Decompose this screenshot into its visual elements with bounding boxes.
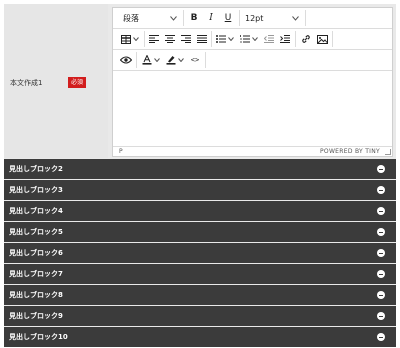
- collapse-icon[interactable]: [377, 312, 385, 320]
- collapse-icon[interactable]: [377, 165, 385, 173]
- text-color-button[interactable]: [140, 50, 162, 70]
- collapse-icon[interactable]: [377, 207, 385, 215]
- chevron-down-icon: [133, 37, 139, 41]
- heading-block-title: 見出しブロック2: [9, 165, 63, 173]
- toolbar-row-3: <>: [113, 50, 392, 71]
- image-button[interactable]: [315, 29, 329, 49]
- font-size-select[interactable]: 12pt: [241, 8, 303, 28]
- align-left-icon: [149, 35, 159, 43]
- editor-status-bar: P POWERED BY TINY: [113, 146, 392, 156]
- form-panel: 本文作成1 必須 段落 B I U 12pt <> P POWERED BY T…: [4, 4, 396, 348]
- align-right-icon: [181, 35, 191, 43]
- field-label: 本文作成1: [10, 79, 43, 87]
- bold-button[interactable]: B: [187, 8, 201, 28]
- toolbar-divider: [295, 31, 296, 47]
- resize-handle[interactable]: [385, 149, 391, 155]
- bullet-list-button[interactable]: [214, 29, 236, 49]
- align-justify-icon: [197, 35, 207, 43]
- chevron-down-icon: [178, 58, 184, 62]
- toolbar-row-2: [113, 29, 392, 50]
- link-icon: [302, 35, 310, 43]
- heading-block-title: 見出しブロック5: [9, 228, 63, 236]
- toolbar-divider: [211, 31, 212, 47]
- collapse-icon[interactable]: [377, 186, 385, 194]
- toolbar-divider: [136, 52, 137, 68]
- field-label-column: 本文作成1 必須: [4, 4, 108, 158]
- align-center-icon: [165, 35, 175, 43]
- font-size-label: 12pt: [245, 13, 264, 23]
- chevron-down-icon: [252, 37, 258, 41]
- align-left-button[interactable]: [147, 29, 161, 49]
- toolbar-row-1: 段落 B I U 12pt: [113, 8, 392, 29]
- collapse-icon[interactable]: [377, 270, 385, 278]
- heading-block-title: 見出しブロック7: [9, 270, 63, 278]
- align-center-button[interactable]: [163, 29, 177, 49]
- chevron-down-icon: [154, 58, 160, 62]
- chevron-down-icon: [170, 15, 177, 21]
- heading-block-title: 見出しブロック8: [9, 291, 63, 299]
- indent-icon: [280, 35, 290, 43]
- toolbar-divider: [183, 10, 184, 26]
- preview-button[interactable]: [119, 50, 133, 70]
- source-code-button[interactable]: <>: [188, 50, 202, 70]
- toolbar-divider: [144, 31, 145, 47]
- heading-block[interactable]: 見出しブロック10: [4, 327, 396, 347]
- table-button[interactable]: [119, 29, 141, 49]
- align-right-button[interactable]: [179, 29, 193, 49]
- heading-block[interactable]: 見出しブロック3: [4, 180, 396, 200]
- align-justify-button[interactable]: [195, 29, 209, 49]
- heading-block[interactable]: 見出しブロック5: [4, 222, 396, 242]
- bullet-list-icon: [216, 35, 226, 43]
- chevron-down-icon: [228, 37, 234, 41]
- image-icon: [316, 34, 328, 44]
- editor-content-area[interactable]: [113, 71, 392, 147]
- toolbar-divider: [205, 52, 206, 68]
- indent-button[interactable]: [278, 29, 292, 49]
- block-format-select[interactable]: 段落: [119, 8, 181, 28]
- heading-block-title: 見出しブロック4: [9, 207, 63, 215]
- heading-block[interactable]: 見出しブロック7: [4, 264, 396, 284]
- required-badge: 必須: [68, 77, 87, 88]
- text-color-icon: [142, 55, 152, 65]
- chevron-down-icon: [292, 15, 299, 21]
- heading-block[interactable]: 見出しブロック2: [4, 159, 396, 179]
- heading-block-title: 見出しブロック6: [9, 249, 63, 257]
- toolbar-divider: [239, 10, 240, 26]
- outdent-icon: [264, 35, 274, 43]
- highlighter-icon: [166, 56, 176, 65]
- collapse-icon[interactable]: [377, 249, 385, 257]
- link-button[interactable]: [299, 29, 313, 49]
- toolbar-divider: [332, 31, 333, 47]
- italic-button[interactable]: I: [204, 8, 218, 28]
- table-icon: [121, 34, 131, 44]
- powered-by-tiny-link[interactable]: POWERED BY TINY: [320, 148, 380, 155]
- element-path[interactable]: P: [119, 148, 123, 155]
- heading-block[interactable]: 見出しブロック9: [4, 306, 396, 326]
- heading-block-title: 見出しブロック9: [9, 312, 63, 320]
- collapse-icon[interactable]: [377, 228, 385, 236]
- heading-block[interactable]: 見出しブロック4: [4, 201, 396, 221]
- numbered-list-icon: [240, 35, 250, 43]
- heading-block-list: 見出しブロック2 見出しブロック3 見出しブロック4 見出しブロック5 見出しブ…: [4, 159, 396, 348]
- heading-block[interactable]: 見出しブロック8: [4, 285, 396, 305]
- collapse-icon[interactable]: [377, 291, 385, 299]
- rich-text-editor: 段落 B I U 12pt <> P POWERED BY TINY: [112, 7, 393, 157]
- eye-icon: [120, 56, 132, 64]
- heading-block-title: 見出しブロック3: [9, 186, 63, 194]
- heading-block[interactable]: 見出しブロック6: [4, 243, 396, 263]
- numbered-list-button[interactable]: [238, 29, 260, 49]
- heading-block-title: 見出しブロック10: [9, 333, 68, 341]
- underline-button[interactable]: U: [221, 8, 235, 28]
- outdent-button[interactable]: [262, 29, 276, 49]
- toolbar-divider: [305, 10, 306, 26]
- highlight-color-button[interactable]: [164, 50, 186, 70]
- block-format-label: 段落: [123, 13, 139, 23]
- collapse-icon[interactable]: [377, 333, 385, 341]
